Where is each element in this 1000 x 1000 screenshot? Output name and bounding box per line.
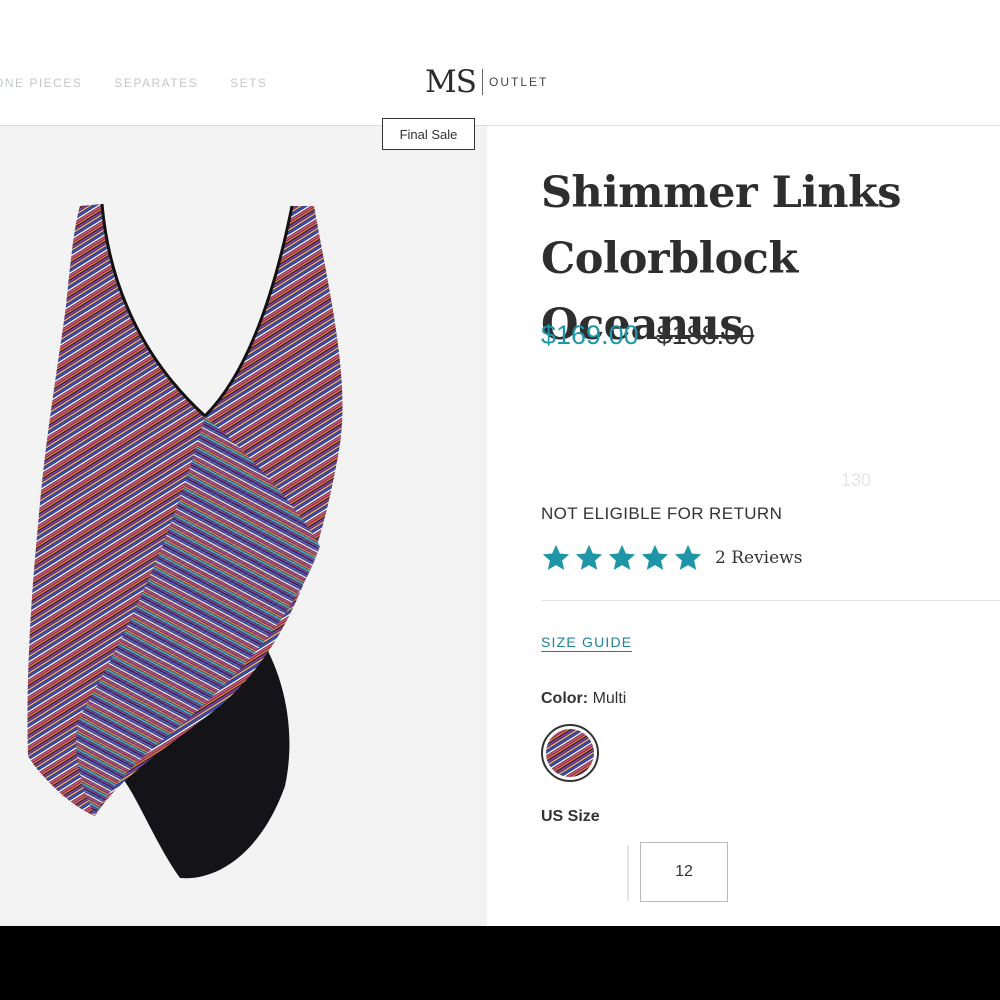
product-image[interactable] — [0, 126, 487, 926]
star-icon — [575, 544, 603, 570]
multi-color-swatch-icon — [546, 729, 594, 777]
star-icon — [608, 544, 636, 570]
nav-separates[interactable]: SEPARATES — [114, 76, 198, 90]
rating-row[interactable]: 2 Reviews — [541, 543, 802, 573]
star-icon — [641, 544, 669, 570]
site-logo[interactable]: MS OUTLET — [425, 64, 548, 100]
logo-mark: MS — [425, 64, 477, 100]
nav-sets[interactable]: SETS — [230, 76, 267, 90]
nav-one-pieces[interactable]: ONE PIECES — [0, 76, 82, 90]
size-label: US Size — [541, 808, 600, 825]
color-value: Multi — [592, 690, 627, 707]
product-title-line1: Shimmer Links — [541, 168, 901, 218]
final-sale-badge: Final Sale — [382, 118, 475, 150]
logo-text: OUTLET — [488, 75, 549, 89]
product-image-panel — [0, 126, 487, 926]
return-policy: NOT ELIGIBLE FOR RETURN — [541, 504, 783, 523]
size-option-12[interactable]: 12 — [640, 842, 728, 902]
main-nav: ONE PIECES SEPARATES SETS — [0, 76, 267, 90]
sale-price: $169.00 — [541, 320, 639, 350]
size-option-edge — [627, 845, 629, 901]
price-row: $169.00 $188.00 — [541, 320, 754, 351]
faded-text: 130 — [841, 470, 872, 490]
star-icon — [542, 544, 570, 570]
color-selection-label: Color: Multi — [541, 690, 626, 708]
reviews-link[interactable]: 2 Reviews — [715, 548, 802, 568]
color-swatch-multi[interactable] — [541, 724, 599, 782]
site-header: ONE PIECES SEPARATES SETS MS OUTLET — [0, 0, 1000, 126]
size-guide-link[interactable]: SIZE GUIDE — [541, 634, 633, 652]
star-rating — [541, 543, 703, 573]
color-label: Color: — [541, 690, 589, 707]
bottom-bar — [0, 926, 1000, 1000]
star-icon — [674, 544, 702, 570]
section-divider — [541, 600, 1000, 601]
original-price: $188.00 — [656, 320, 755, 350]
logo-divider — [481, 69, 483, 95]
